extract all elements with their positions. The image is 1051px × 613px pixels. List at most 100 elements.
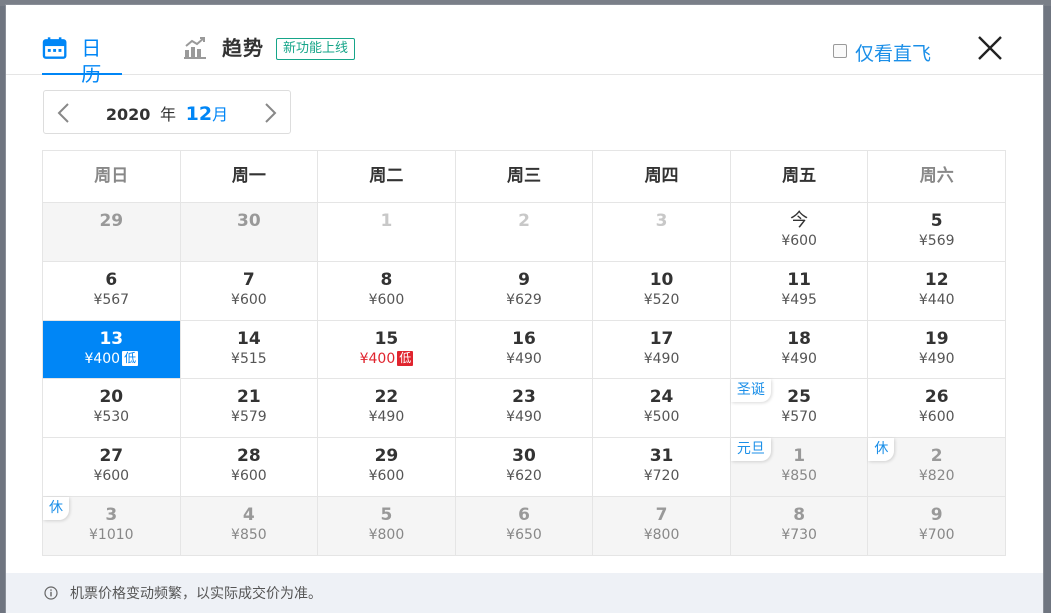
day-cell[interactable]: 23 ¥490	[455, 379, 594, 439]
day-number: 22	[374, 387, 399, 408]
day-price: ¥629	[456, 292, 593, 309]
chevron-right-icon[interactable]	[262, 103, 278, 123]
day-price: ¥800	[318, 527, 455, 544]
day-price: ¥600	[43, 468, 180, 485]
day-price-value: ¥720	[643, 468, 680, 485]
day-price-value: ¥490	[643, 350, 680, 367]
day-number: 8	[793, 504, 806, 525]
day-price: ¥569	[868, 233, 1005, 250]
day-number: 7	[242, 269, 255, 290]
weekday-tue: 周二	[318, 151, 456, 203]
day-cell[interactable]: 19 ¥490	[868, 320, 1006, 380]
day-price-value: ¥820	[918, 468, 955, 485]
close-icon[interactable]	[977, 35, 1003, 61]
day-number: 今	[790, 210, 809, 231]
day-cell[interactable]: 9 ¥700	[868, 496, 1006, 556]
day-price: ¥570	[731, 409, 868, 426]
day-cell[interactable]: 7 ¥800	[593, 496, 731, 556]
direct-only-label: 仅看直飞	[854, 43, 931, 65]
day-cell[interactable]: 6 ¥567	[43, 261, 181, 321]
day-cell: 1	[318, 203, 456, 262]
day-price: ¥579	[181, 409, 318, 426]
day-cell[interactable]: 10 ¥520	[593, 261, 731, 321]
day-cell[interactable]: 11 ¥495	[730, 261, 869, 321]
day-cell[interactable]: 12 ¥440	[868, 261, 1006, 321]
tab-trend[interactable]: 趋势 新功能上线	[182, 35, 356, 75]
day-price: ¥730	[731, 527, 868, 544]
day-price-value: ¥800	[643, 526, 680, 543]
day-price-value: ¥440	[918, 291, 955, 308]
day-cell[interactable]: 27 ¥600	[43, 438, 181, 497]
day-price: ¥800	[593, 527, 730, 544]
day-cell[interactable]: 7 ¥600	[180, 261, 319, 321]
day-cell[interactable]: 6 ¥650	[455, 496, 594, 556]
day-price: ¥490	[731, 351, 868, 368]
tab-calendar[interactable]: 日历	[42, 35, 122, 86]
day-price-value: ¥600	[231, 468, 267, 485]
dialog-header: 日历 趋势 新功能上线 仅看直飞	[6, 5, 1043, 86]
day-price-value: ¥850	[781, 468, 817, 485]
day-cell[interactable]: 16 ¥490	[455, 320, 594, 380]
weekday-wed: 周三	[455, 151, 594, 203]
day-cell[interactable]: 20 ¥530	[43, 379, 181, 439]
tab-trend-label: 趋势	[222, 36, 264, 60]
day-price-value: ¥495	[781, 291, 817, 308]
day-cell[interactable]: 5 ¥800	[318, 496, 456, 556]
day-cell[interactable]: 17 ¥490	[593, 320, 731, 380]
day-price: ¥600	[731, 233, 868, 250]
day-price: ¥850	[181, 527, 318, 544]
day-price: ¥1010	[43, 527, 180, 544]
day-number: 18	[787, 328, 811, 349]
holiday-tag: 元旦	[730, 438, 771, 462]
day-price-value: ¥569	[918, 233, 955, 249]
day-cell[interactable]: 8 ¥600	[318, 261, 456, 321]
direct-only-checkbox[interactable]	[832, 43, 847, 58]
day-cell[interactable]: 今 ¥600	[730, 203, 869, 262]
day-cell[interactable]: 休 3 ¥1010	[43, 496, 181, 556]
day-cell[interactable]: 8 ¥730	[730, 496, 869, 556]
day-price-value: ¥530	[93, 409, 130, 426]
day-cell[interactable]: 休 2 ¥820	[868, 438, 1006, 497]
day-price-value: ¥600	[368, 468, 405, 485]
day-number: 24	[649, 387, 674, 408]
day-cell: 3	[593, 203, 731, 262]
day-cell[interactable]: 5 ¥569	[868, 203, 1006, 262]
day-cell[interactable]: 15 ¥400 低	[318, 320, 456, 380]
day-cell[interactable]: 元旦 1 ¥850	[730, 438, 869, 497]
day-price: ¥440	[868, 292, 1005, 309]
day-cell[interactable]: 13 ¥400 低	[43, 320, 181, 380]
day-cell[interactable]: 21 ¥579	[180, 379, 319, 439]
direct-only-toggle[interactable]: 仅看直飞	[832, 39, 931, 66]
day-price-value: ¥400	[84, 350, 121, 367]
day-cell[interactable]: 14 ¥515	[180, 320, 319, 380]
day-cell[interactable]: 31 ¥720	[593, 438, 731, 497]
day-price-value: ¥520	[643, 291, 680, 308]
day-price-value: ¥600	[918, 409, 955, 426]
day-number: 3	[655, 211, 668, 231]
year-value: 2020	[105, 105, 151, 124]
day-cell[interactable]: 30 ¥620	[455, 438, 594, 497]
day-cell[interactable]: 29 ¥600	[318, 438, 456, 497]
day-price-value: ¥629	[506, 291, 542, 308]
day-price: ¥400 低	[43, 350, 180, 368]
day-price: ¥600	[181, 292, 318, 309]
month-suffix: 月	[212, 105, 229, 124]
weekday-sat: 周六	[868, 151, 1006, 203]
day-cell[interactable]: 22 ¥490	[318, 379, 456, 439]
day-price: ¥500	[593, 409, 730, 426]
day-price: ¥850	[731, 468, 868, 485]
day-price-value: ¥800	[368, 526, 405, 543]
day-number: 9	[518, 269, 530, 290]
day-cell[interactable]: 圣诞 25 ¥570	[730, 379, 869, 439]
day-number: 6	[518, 504, 530, 525]
day-cell[interactable]: 24 ¥500	[593, 379, 731, 439]
day-price-value: ¥567	[93, 291, 130, 308]
day-cell[interactable]: 26 ¥600	[868, 379, 1006, 439]
day-cell[interactable]: 9 ¥629	[455, 261, 594, 321]
day-cell[interactable]: 4 ¥850	[180, 496, 319, 556]
day-cell[interactable]: 18 ¥490	[730, 320, 869, 380]
day-number: 30	[512, 446, 536, 467]
day-number: 23	[512, 387, 536, 408]
day-cell[interactable]: 28 ¥600	[180, 438, 319, 497]
weekday-mon: 周一	[180, 151, 319, 203]
